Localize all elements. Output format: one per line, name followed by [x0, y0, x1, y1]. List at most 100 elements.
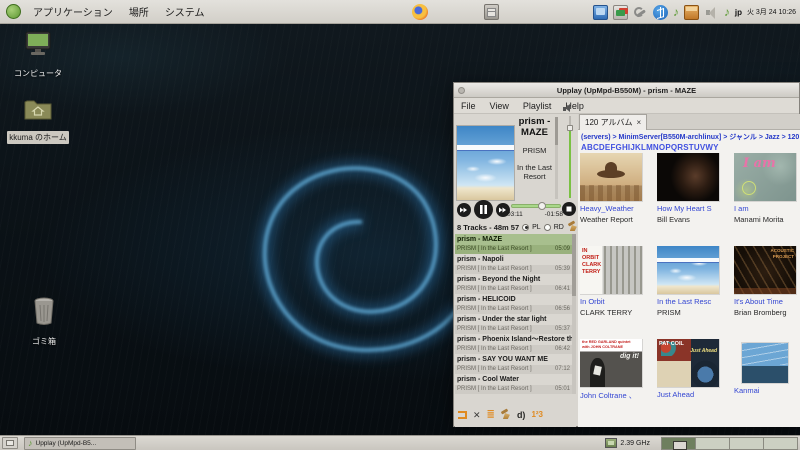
workspace-switcher	[661, 436, 798, 450]
pause-button[interactable]	[474, 200, 493, 219]
panel-clock[interactable]: 火 3月 24 10:26	[747, 7, 798, 17]
album-item[interactable]: I am I am Manami Morita	[734, 153, 800, 246]
album-title-link[interactable]: I am	[734, 204, 800, 213]
playlist-track[interactable]: prism - Beyond the Night PRISM [ In the …	[455, 274, 572, 294]
transport-controls: 03:11 -01:58	[455, 200, 576, 219]
album-artist: CLARK TERRY	[580, 308, 633, 317]
now-playing-scrollbar[interactable]	[555, 117, 558, 199]
album-item[interactable]: Kanmai	[734, 339, 800, 427]
music-note-tray-icon[interactable]: ♪	[673, 6, 679, 18]
menu-applications[interactable]: アプリケーション	[29, 2, 117, 21]
alphabet-index[interactable]: ABCDEFGHIJKLMNOPQRSTUVWY	[581, 143, 799, 152]
now-playing-album: In the Last Resort	[516, 162, 553, 181]
album-cover-art[interactable]	[657, 246, 719, 294]
distro-menu-icon[interactable]	[6, 4, 21, 19]
menu-file[interactable]: File	[454, 101, 483, 111]
album-cover-art[interactable]: IN ORBIT CLARK TERRY	[580, 246, 642, 294]
album-title-link[interactable]: How My Heart S	[657, 204, 731, 213]
terminal-tray-icon[interactable]	[592, 4, 608, 20]
library-pane: 120 アルバム × (servers) > MinimServer[B550M…	[578, 114, 800, 427]
volume-tray-icon[interactable]	[704, 5, 719, 20]
player-pane: prism - MAZE PRISM In the Last Resort 03…	[455, 104, 576, 427]
album-title-link[interactable]: Just Ahead	[657, 390, 731, 399]
workspace-3[interactable]	[729, 436, 764, 450]
workspace-4[interactable]	[763, 436, 798, 450]
album-title-link[interactable]: In the Last Resc	[657, 297, 731, 306]
album-title-link[interactable]: In Orbit	[580, 297, 654, 306]
album-title-link[interactable]: Heavy_Weather	[580, 204, 654, 213]
workspace-2[interactable]	[695, 436, 730, 450]
seek-slider-handle[interactable]	[537, 202, 546, 210]
playlist-mode-radio[interactable]	[522, 223, 530, 231]
playlist-track[interactable]: prism - SAY YOU WANT ME PRISM [ In the L…	[455, 354, 572, 374]
media-player-tray-icon[interactable]	[612, 4, 628, 20]
tab-close-icon[interactable]: ×	[637, 118, 642, 127]
volume-slider-handle[interactable]	[567, 125, 573, 131]
clean-icon[interactable]	[500, 410, 511, 420]
album-cover-art[interactable]	[742, 343, 788, 383]
playlist-scrollbar[interactable]	[572, 234, 576, 394]
clear-playlist-icon[interactable]	[567, 222, 578, 232]
workspace-1[interactable]	[661, 436, 696, 450]
firefox-launcher-icon[interactable]	[412, 4, 428, 20]
home-folder-icon	[24, 100, 52, 120]
upplay-window: Upplay (UpMpd-B550M) - prism - MAZE File…	[453, 82, 800, 427]
album-item[interactable]: ACOUSTIC PROJECT It's About Time Brian B…	[734, 246, 800, 339]
album-title-link[interactable]: John Coltrane 、	[580, 390, 654, 401]
album-title-link[interactable]: It's About Time	[734, 297, 800, 306]
album-artist: PRISM	[657, 308, 681, 317]
menu-playlist[interactable]: Playlist	[516, 101, 559, 111]
playlist-track[interactable]: prism - Phoenix Island〜Restore the w PRI…	[455, 334, 572, 354]
playlist-track[interactable]: prism - Cool Water PRISM [ In the Last R…	[455, 374, 572, 394]
menu-view[interactable]: View	[483, 101, 516, 111]
breadcrumb[interactable]: (servers) > MinimServer[B550M-archlinux]…	[581, 132, 799, 142]
package-tray-icon[interactable]	[683, 4, 699, 20]
playlist-summary: 8 Tracks - 48m 57	[457, 222, 520, 232]
shuffle-icon[interactable]: ✕	[473, 410, 481, 420]
stop-button[interactable]	[562, 202, 576, 216]
window-titlebar[interactable]: Upplay (UpMpd-B550M) - prism - MAZE	[454, 83, 799, 98]
tools-tray-icon[interactable]	[633, 5, 648, 20]
seek-slider[interactable]	[511, 202, 561, 210]
file-manager-launcher-icon[interactable]	[484, 4, 499, 20]
show-desktop-button[interactable]	[2, 437, 18, 449]
album-item[interactable]: PAT COIL Just Ahead Just Ahead	[657, 339, 731, 427]
cpu-frequency-applet[interactable]: 2.39 GHz	[605, 438, 650, 448]
album-cover-art[interactable]: ACOUSTIC PROJECT	[734, 246, 796, 294]
tab-albums[interactable]: 120 アルバム ×	[579, 114, 648, 130]
menu-places[interactable]: 場所	[125, 2, 153, 21]
playlist-track[interactable]: prism - Under the star light PRISM [ In …	[455, 314, 572, 334]
sort-numbers-icon[interactable]: 1²3	[531, 411, 543, 419]
desktop-icon-trash[interactable]: ゴミ箱	[12, 296, 76, 349]
bluetooth-tray-icon[interactable]	[652, 4, 668, 20]
window-app-icon	[458, 87, 465, 94]
album-title-link[interactable]: Kanmai	[734, 386, 800, 395]
desktop-icon-computer[interactable]: コンピュータ	[6, 30, 70, 81]
album-item[interactable]: How My Heart S Bill Evans	[657, 153, 731, 246]
album-cover-art[interactable]: the RED GARLAND quintet with JOHN COLTRA…	[580, 339, 642, 387]
random-mode-radio[interactable]	[543, 223, 551, 231]
d-note-icon[interactable]: d)	[517, 410, 526, 420]
album-cover-art[interactable]: I am	[734, 153, 796, 201]
volume-slider[interactable]	[567, 116, 573, 198]
menu-system[interactable]: システム	[161, 2, 209, 21]
album-item[interactable]: In the Last Resc PRISM	[657, 246, 731, 339]
album-cover-art[interactable]: PAT COIL Just Ahead	[657, 339, 719, 387]
album-item[interactable]: the RED GARLAND quintet with JOHN COLTRA…	[580, 339, 654, 427]
playlist-track[interactable]: prism - Napoli PRISM [ In the Last Resor…	[455, 254, 572, 274]
playlist-track[interactable]: prism - HELICOID PRISM [ In the Last Res…	[455, 294, 572, 314]
playlist-view-icon[interactable]: ≣	[487, 410, 495, 420]
keyboard-layout-indicator[interactable]: jp	[735, 8, 742, 17]
album-cover-art[interactable]	[580, 153, 642, 201]
playlist-header: 8 Tracks - 48m 57 PL RD	[457, 220, 575, 234]
repeat-icon[interactable]	[458, 411, 467, 419]
album-item[interactable]: Heavy_Weather Weather Report	[580, 153, 654, 246]
album-cover-art[interactable]	[657, 153, 719, 201]
album-item[interactable]: IN ORBIT CLARK TERRY In Orbit CLARK TERR…	[580, 246, 654, 339]
taskbar-item-upplay[interactable]: ♪ Upplay (UpMpd-B5...	[24, 436, 136, 450]
music-note-tray-icon[interactable]: ♪	[724, 6, 730, 18]
elapsed-time: 03:11	[507, 211, 523, 218]
playlist-track[interactable]: prism - MAZE PRISM [ In the Last Resort …	[455, 234, 572, 254]
previous-button[interactable]	[457, 203, 471, 217]
desktop-icon-home[interactable]: kkuma のホーム	[6, 96, 70, 145]
